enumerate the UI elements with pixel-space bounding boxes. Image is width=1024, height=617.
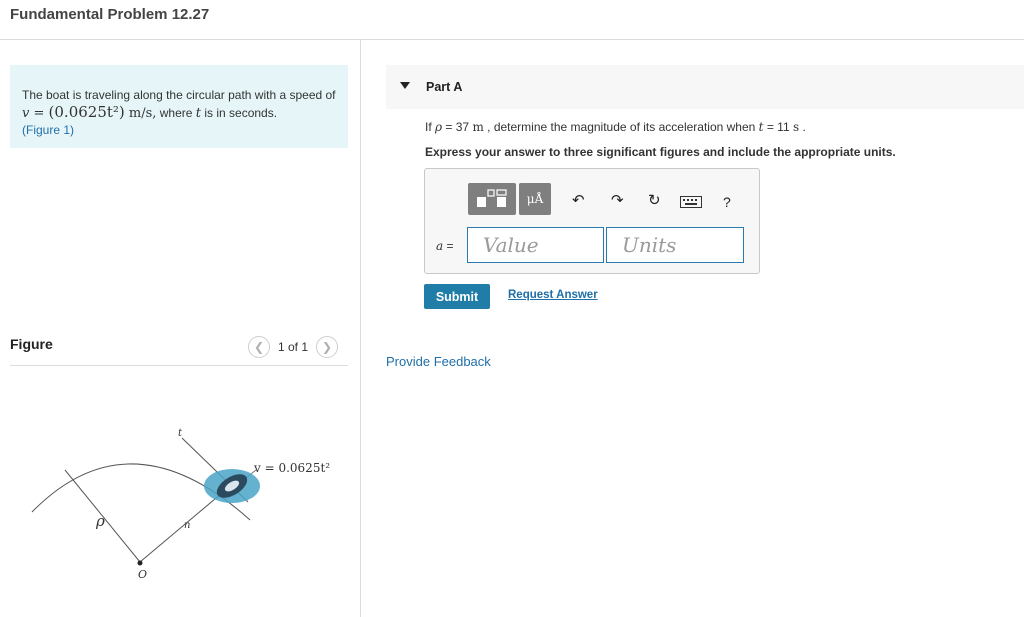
caret-down-icon bbox=[400, 82, 410, 89]
help-button[interactable]: ? bbox=[723, 194, 731, 210]
column-divider bbox=[360, 40, 361, 617]
part-a-header[interactable]: Part A bbox=[386, 65, 1024, 109]
keyboard-icon[interactable] bbox=[680, 196, 702, 208]
figure-link[interactable]: (Figure 1) bbox=[22, 123, 74, 137]
question-text: If ρ = 37 m , determine the magnitude of… bbox=[425, 120, 806, 134]
origin-label: O bbox=[138, 568, 147, 581]
tangent-label: t bbox=[178, 428, 183, 439]
part-title: Part A bbox=[426, 80, 463, 94]
chevron-right-icon: ❯ bbox=[322, 340, 333, 354]
prev-figure-button[interactable]: ❮ bbox=[248, 336, 270, 358]
reset-icon[interactable]: ↻ bbox=[648, 191, 661, 209]
value-input[interactable]: Value bbox=[467, 227, 604, 263]
rho-unit: m bbox=[472, 120, 484, 134]
variable-equals: = bbox=[443, 239, 454, 253]
header-divider bbox=[0, 39, 1024, 40]
page-title: Fundamental Problem 12.27 bbox=[10, 6, 210, 23]
t-value: = 11 bbox=[763, 120, 793, 134]
units-input[interactable]: Units bbox=[606, 227, 744, 263]
next-figure-button[interactable]: ❯ bbox=[316, 336, 339, 358]
undo-icon[interactable]: ↶ bbox=[572, 191, 585, 209]
radius-label: ρ bbox=[95, 512, 105, 530]
question-prefix: If bbox=[425, 120, 436, 134]
submit-button[interactable]: Submit bbox=[424, 284, 490, 309]
problem-text-before: The boat is traveling along the circular… bbox=[22, 88, 336, 102]
answer-variable: a = bbox=[436, 239, 454, 253]
boat-icon bbox=[204, 469, 260, 503]
chevron-left-icon: ❮ bbox=[253, 340, 265, 354]
boat-circular-path-figure: t n ρ O v = 0.0625t² bbox=[31, 428, 330, 581]
figure-heading: Figure bbox=[10, 336, 53, 352]
units-button[interactable]: μÅ bbox=[519, 183, 551, 215]
question-suffix: . bbox=[799, 120, 806, 134]
normal-label: n bbox=[184, 520, 190, 531]
velocity-label: v = 0.0625t² bbox=[253, 461, 330, 475]
answer-input-panel: μÅ ↶ ↷ ↻ ? a = Value Units bbox=[424, 168, 760, 274]
figure-pager: ❮ 1 of 1 ❯ bbox=[248, 336, 339, 358]
request-answer-link[interactable]: Request Answer bbox=[508, 289, 598, 301]
problem-text-where: where bbox=[156, 106, 196, 120]
template-button[interactable] bbox=[468, 183, 516, 215]
instruction-text: Express your answer to three significant… bbox=[425, 145, 896, 159]
template-icon bbox=[477, 189, 507, 207]
speed-expression: (0.0625t²) bbox=[48, 103, 125, 121]
problem-statement: The boat is traveling along the circular… bbox=[10, 65, 348, 148]
provide-feedback-link[interactable]: Provide Feedback bbox=[386, 354, 491, 369]
figure-divider bbox=[10, 365, 348, 366]
speed-units: m/s, bbox=[124, 106, 157, 121]
pager-count: 1 of 1 bbox=[278, 340, 309, 354]
problem-text-after: is in seconds. bbox=[201, 106, 278, 120]
equals-sign: = bbox=[29, 106, 49, 121]
redo-icon[interactable]: ↷ bbox=[611, 191, 624, 209]
rho-value: = 37 bbox=[442, 120, 473, 134]
origin-point bbox=[137, 560, 143, 566]
question-middle: , determine the magnitude of its acceler… bbox=[483, 120, 759, 134]
